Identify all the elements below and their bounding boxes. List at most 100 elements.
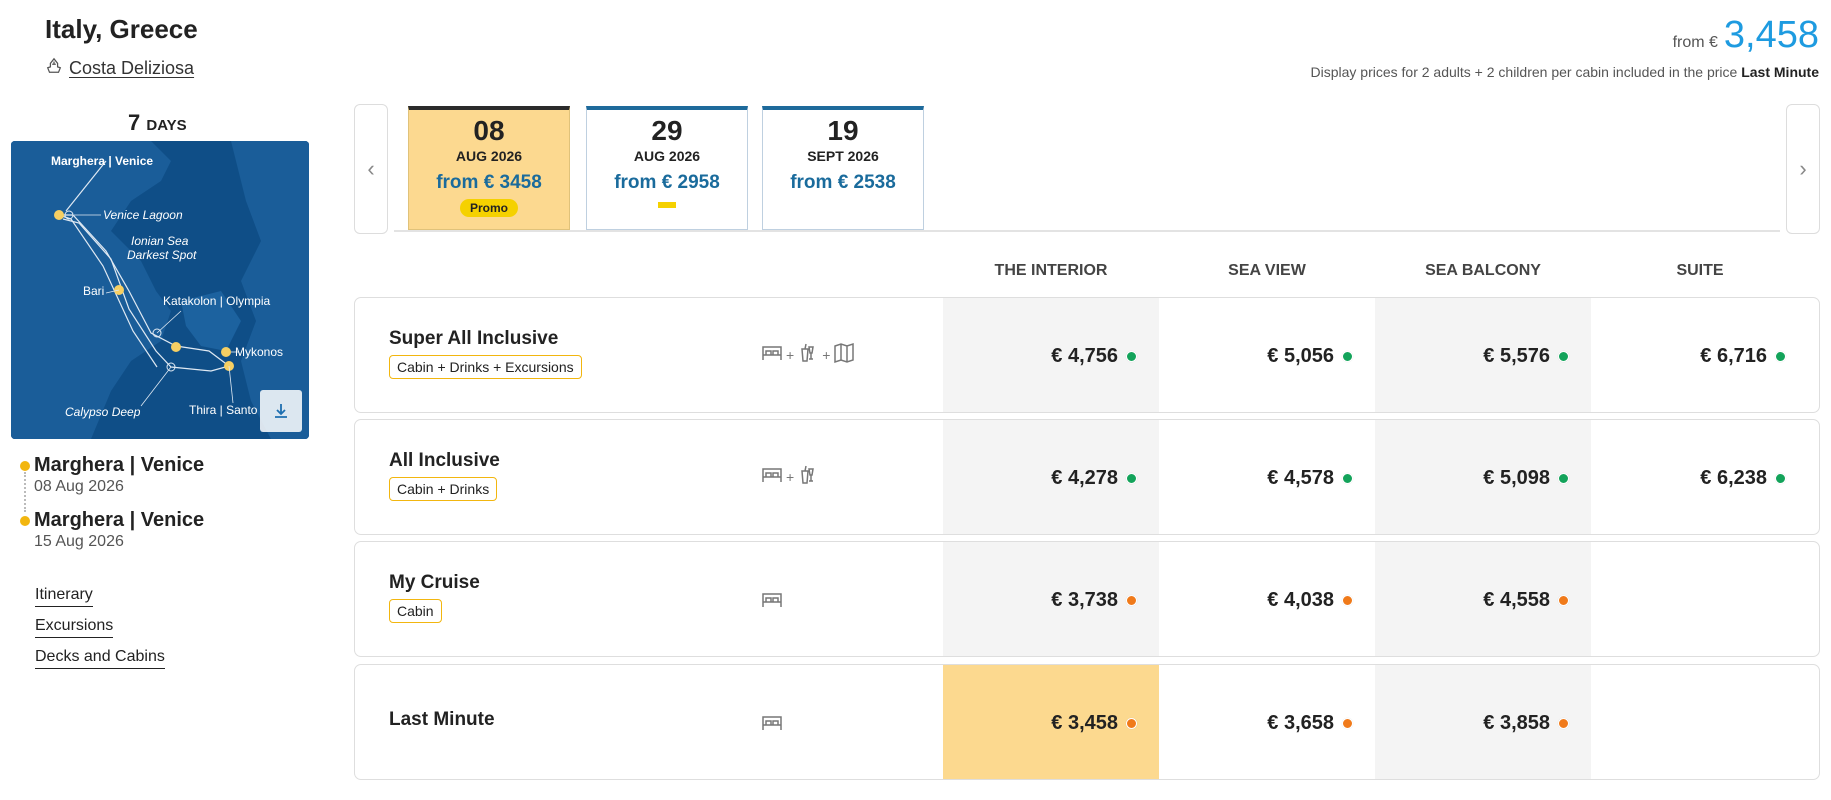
duration-number: 7 [128, 110, 141, 135]
ship-name: Costa Deliziosa [69, 58, 195, 78]
availability-dot [1775, 472, 1786, 484]
promo-indicator [658, 202, 676, 208]
download-map-button[interactable] [260, 390, 302, 432]
price-value: € 5,576 [1483, 344, 1550, 367]
availability-dot [1126, 594, 1137, 606]
date-carousel: ‹ 08 AUG 2026 from € 3458 Promo 29 AUG 2… [354, 104, 1820, 234]
link-itinerary[interactable]: Itinerary [35, 586, 93, 607]
date-price: from € 2958 [614, 172, 720, 193]
price-cell[interactable]: € 5,576 [1375, 298, 1591, 412]
map-label-venice: Marghera | Venice [51, 154, 153, 168]
map-icon [832, 341, 856, 368]
price-cell[interactable]: € 5,056 [1159, 298, 1375, 412]
date-option[interactable]: 19 SEPT 2026 from € 2538 [762, 106, 924, 230]
bed-icon [760, 341, 784, 368]
price-cell[interactable]: € 4,558 [1375, 542, 1591, 656]
fare-row-last-minute: Last Minute € 3,458 € 3,658 € 3,858 [354, 664, 1820, 780]
price-cell[interactable]: € 4,278 [943, 420, 1159, 534]
price-cell-selected[interactable]: € 3,458 [943, 665, 1159, 779]
availability-dot [1558, 472, 1569, 484]
display-prices-bold: Last Minute [1741, 64, 1819, 80]
map-label-katakolon: Katakolon | Olympia [163, 294, 270, 308]
price-value: € 4,278 [1051, 466, 1118, 489]
fare-icons: + + [760, 341, 856, 368]
column-header-sea-view: SEA VIEW [1228, 262, 1306, 279]
page-title: Italy, Greece [45, 14, 198, 44]
map-label-calypso: Calypso Deep [65, 405, 141, 419]
date-month: SEPT 2026 [807, 148, 879, 164]
chevron-right-icon: › [1799, 156, 1807, 181]
chevron-left-icon: ‹ [367, 156, 375, 181]
fare-tag: Cabin + Drinks [389, 477, 498, 501]
price-value: € 3,458 [1051, 711, 1118, 734]
carousel-next-button[interactable]: › [1786, 104, 1820, 234]
price-from-label: from € [1672, 34, 1718, 51]
availability-dot [1558, 350, 1569, 362]
fare-icons [760, 588, 784, 615]
display-prices-text: Display prices for 2 adults + 2 children… [1310, 64, 1738, 80]
date-day: 08 [473, 115, 505, 146]
price-value: € 3,658 [1267, 711, 1334, 734]
price-cell[interactable]: € 3,738 [943, 542, 1159, 656]
column-header-suite: SUITE [1676, 262, 1724, 279]
column-header-interior: THE INTERIOR [994, 262, 1108, 279]
date-divider [394, 230, 1780, 232]
price-from: from € 3,458 [1673, 14, 1819, 57]
column-header-sea-balcony: SEA BALCONY [1425, 262, 1541, 279]
date-month: AUG 2026 [633, 148, 701, 164]
fare-row-super-all-inclusive: Super All Inclusive Cabin + Drinks + Exc… [354, 297, 1820, 413]
price-value: € 5,098 [1483, 466, 1550, 489]
availability-dot [1342, 350, 1353, 362]
fare-label: Super All Inclusive [389, 328, 559, 349]
map-label-ionian-2: Darkest Spot [127, 248, 197, 262]
link-excursions[interactable]: Excursions [35, 617, 114, 638]
duration: 7 DAYS [128, 110, 187, 136]
carousel-prev-button[interactable]: ‹ [354, 104, 388, 234]
price-cell[interactable]: € 4,578 [1159, 420, 1375, 534]
price-cell[interactable]: € 3,858 [1375, 665, 1591, 779]
price-value: € 4,558 [1483, 588, 1550, 611]
price-cell[interactable]: € 3,658 [1159, 665, 1375, 779]
price-cell[interactable]: € 4,038 [1159, 542, 1375, 656]
price-value: € 3,858 [1483, 711, 1550, 734]
fare-icons: + [760, 463, 820, 490]
price-cell[interactable]: € 6,716 [1592, 298, 1808, 412]
price-value: € 6,716 [1700, 344, 1767, 367]
date-month: AUG 2026 [455, 148, 523, 164]
map-label-mykonos: Mykonos [235, 345, 283, 359]
price-cell[interactable]: € 6,238 [1592, 420, 1808, 534]
port-connector [24, 472, 26, 512]
fare-label: Last Minute [389, 709, 495, 730]
itinerary-map[interactable]: Marghera | Venice Venice Lagoon Ionian S… [11, 141, 309, 439]
price-value: € 4,578 [1267, 466, 1334, 489]
price-cell[interactable]: € 5,098 [1375, 420, 1591, 534]
port-date: 15 Aug 2026 [34, 533, 124, 550]
price-cell[interactable]: € 4,756 [943, 298, 1159, 412]
bed-icon [760, 588, 784, 615]
port-name: Marghera | Venice [34, 454, 205, 476]
fare-label: My Cruise [389, 572, 480, 593]
price-value: € 4,756 [1051, 344, 1118, 367]
date-option[interactable]: 29 AUG 2026 from € 2958 [586, 106, 748, 230]
map-label-bari: Bari [83, 284, 104, 298]
link-decks-cabins[interactable]: Decks and Cabins [35, 648, 165, 669]
date-day: 29 [651, 115, 683, 146]
bed-icon [760, 711, 784, 738]
availability-dot [1126, 350, 1137, 362]
map-label-lagoon: Venice Lagoon [103, 208, 183, 222]
availability-dot [1342, 472, 1353, 484]
availability-dot [1126, 472, 1137, 484]
date-price: from € 3458 [436, 172, 542, 193]
ship-link[interactable]: Costa Deliziosa [45, 57, 194, 80]
duration-unit: DAYS [146, 117, 187, 134]
port-name: Marghera | Venice [34, 509, 205, 531]
fare-tag: Cabin + Drinks + Excursions [389, 355, 582, 379]
price-value: € 6,238 [1700, 466, 1767, 489]
date-price: from € 2538 [790, 172, 896, 193]
price-cell-empty [1592, 542, 1808, 656]
price-value: € 4,038 [1267, 588, 1334, 611]
availability-dot [1558, 594, 1569, 606]
date-option-selected[interactable]: 08 AUG 2026 from € 3458 Promo [408, 106, 570, 230]
date-day: 19 [827, 115, 859, 146]
ship-icon [45, 57, 63, 80]
